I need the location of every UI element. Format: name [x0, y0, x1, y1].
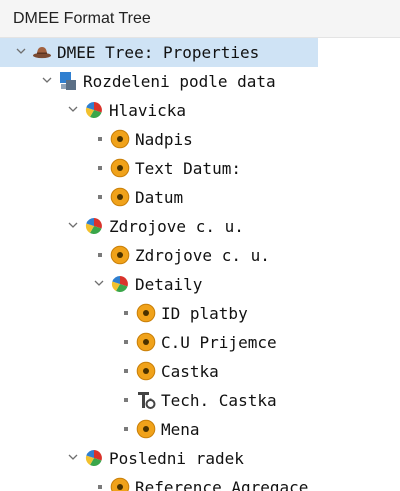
- tree-node-label: ID platby: [161, 304, 248, 323]
- leaf-bullet-icon: [124, 311, 128, 315]
- tree-node-label: Mena: [161, 420, 200, 439]
- panel-title: DMEE Format Tree: [0, 0, 400, 38]
- format-tree: DMEE Tree: Properties Rozdeleni podle dat…: [0, 38, 400, 491]
- tree-node[interactable]: Reference Agregace: [0, 473, 400, 491]
- leaf-bullet-icon: [98, 166, 102, 170]
- element-icon: [110, 129, 130, 149]
- tree-node[interactable]: Nadpis: [0, 125, 400, 154]
- tree-node-label: Detaily: [135, 275, 203, 294]
- tree-node-label: Zdrojove c. u.: [135, 246, 270, 265]
- chevron-down-icon[interactable]: [93, 277, 105, 289]
- leaf-bullet-icon: [98, 137, 102, 141]
- leaf-bullet-icon: [124, 340, 128, 344]
- tree-node-label: C.U Prijemce: [161, 333, 277, 352]
- tree-node[interactable]: Text Datum:: [0, 154, 400, 183]
- tree-node[interactable]: Mena: [0, 415, 400, 444]
- tree-node-label: Zdrojove c. u.: [109, 217, 244, 236]
- tree-node[interactable]: Rozdeleni podle data: [0, 67, 400, 96]
- element-icon: [136, 419, 156, 439]
- chevron-down-icon[interactable]: [67, 451, 79, 463]
- technical-node-icon: [136, 390, 156, 410]
- tree-node[interactable]: Castka: [0, 357, 400, 386]
- tree-node[interactable]: C.U Prijemce: [0, 328, 400, 357]
- leaf-bullet-icon: [98, 253, 102, 257]
- tree-node-label: Posledni radek: [109, 449, 244, 468]
- element-icon: [110, 187, 130, 207]
- tree-node-label: Castka: [161, 362, 219, 381]
- dmee-format-tree-panel: DMEE Format Tree DMEE Tree: Properties Ro…: [0, 0, 400, 491]
- tree-node[interactable]: Datum: [0, 183, 400, 212]
- tree-node-label: Rozdeleni podle data: [83, 72, 276, 91]
- tree-node[interactable]: Posledni radek: [0, 444, 400, 473]
- element-icon: [136, 361, 156, 381]
- tree-node[interactable]: Zdrojove c. u.: [0, 241, 400, 270]
- tree-node-label: Datum: [135, 188, 184, 207]
- element-icon: [110, 477, 130, 491]
- element-icon: [136, 303, 156, 323]
- leaf-bullet-icon: [124, 427, 128, 431]
- segment-icon: [84, 216, 104, 236]
- leaf-bullet-icon: [98, 195, 102, 199]
- tree-node[interactable]: Tech. Castka: [0, 386, 400, 415]
- element-icon: [136, 332, 156, 352]
- tree-node-label: Reference Agregace: [135, 478, 309, 491]
- segment-icon: [84, 448, 104, 468]
- tree-node-label: DMEE Tree: Properties: [57, 43, 260, 62]
- tree-node[interactable]: Zdrojove c. u.: [0, 212, 400, 241]
- element-icon: [110, 245, 130, 265]
- hat-icon: [32, 42, 52, 62]
- blocks-icon: [58, 71, 78, 91]
- segment-icon: [110, 274, 130, 294]
- tree-node-label: Tech. Castka: [161, 391, 277, 410]
- chevron-down-icon[interactable]: [67, 103, 79, 115]
- chevron-down-icon[interactable]: [15, 45, 27, 57]
- tree-node[interactable]: DMEE Tree: Properties: [0, 38, 318, 67]
- chevron-down-icon[interactable]: [41, 74, 53, 86]
- leaf-bullet-icon: [98, 485, 102, 489]
- tree-node-label: Hlavicka: [109, 101, 187, 120]
- chevron-down-icon[interactable]: [67, 219, 79, 231]
- tree-node[interactable]: Detaily: [0, 270, 400, 299]
- segment-icon: [84, 100, 104, 120]
- tree-node-label: Nadpis: [135, 130, 193, 149]
- tree-node[interactable]: Hlavicka: [0, 96, 400, 125]
- leaf-bullet-icon: [124, 369, 128, 373]
- tree-node-label: Text Datum:: [135, 159, 241, 178]
- tree-node[interactable]: ID platby: [0, 299, 400, 328]
- element-icon: [110, 158, 130, 178]
- leaf-bullet-icon: [124, 398, 128, 402]
